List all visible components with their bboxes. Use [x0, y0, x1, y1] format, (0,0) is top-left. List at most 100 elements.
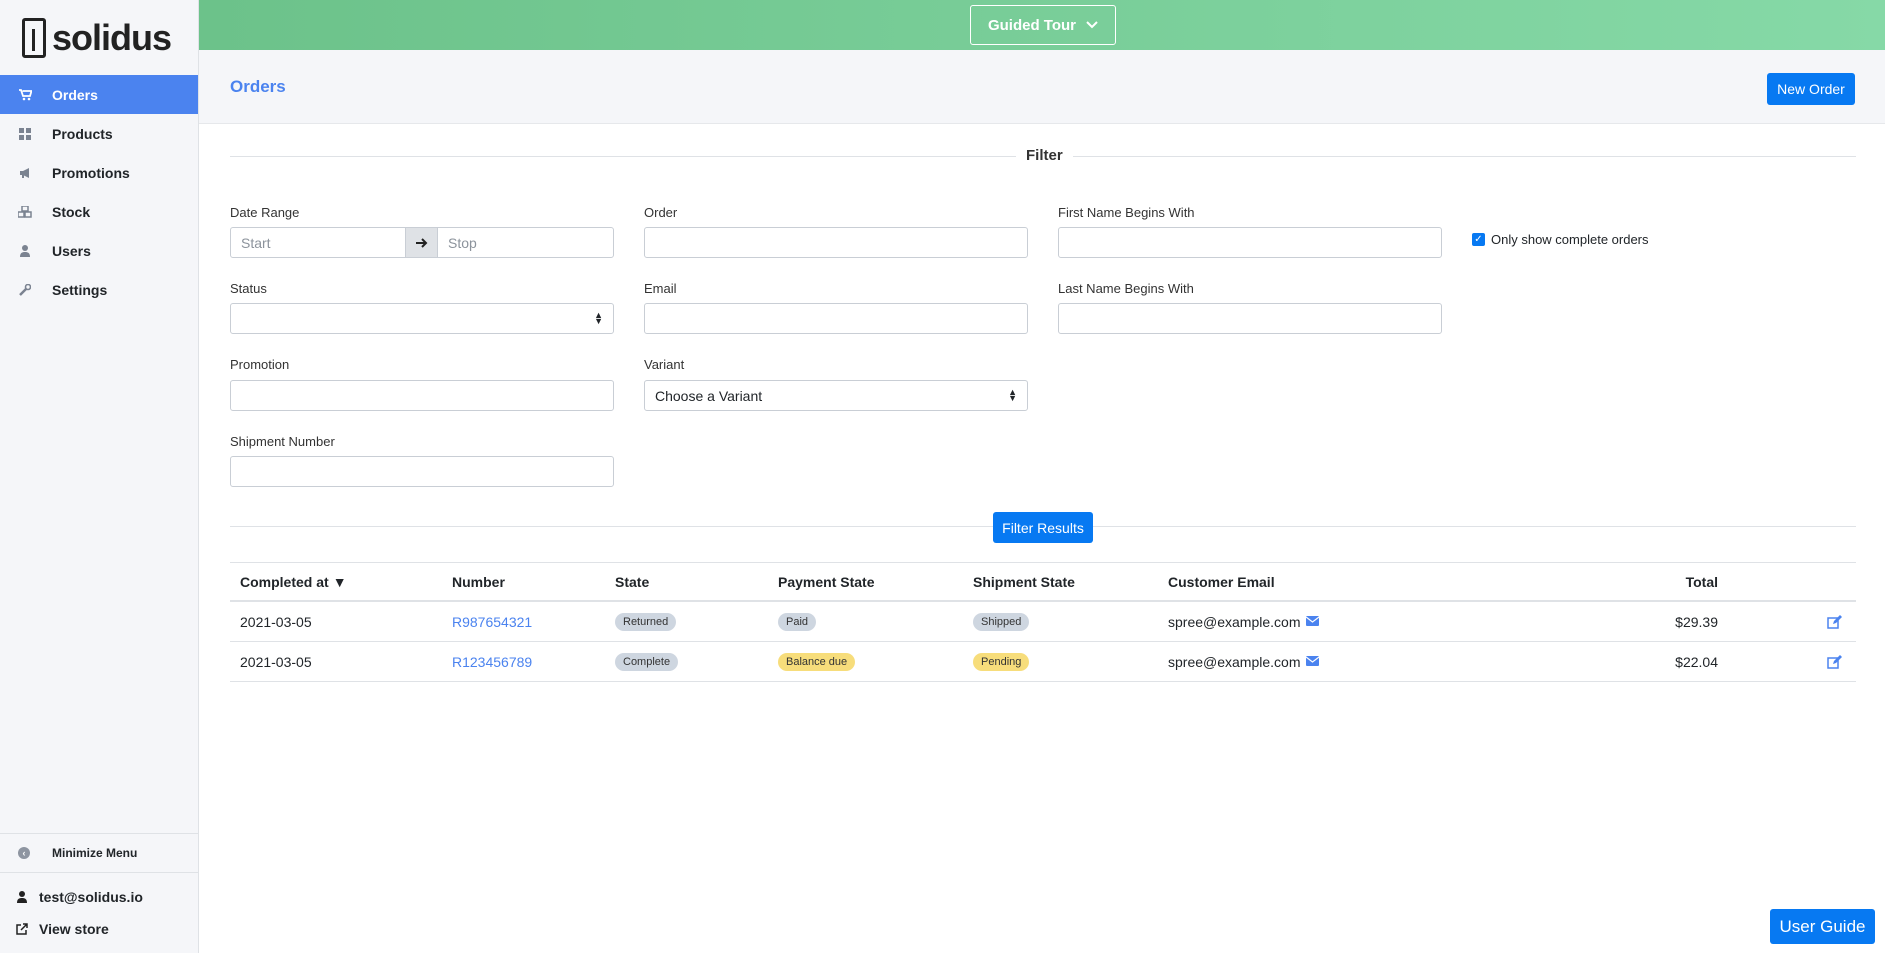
logo-text: solidus: [52, 16, 172, 58]
variant-label: Variant: [644, 357, 685, 372]
minimize-menu-label: Minimize Menu: [52, 846, 138, 860]
main-content: Filter Date Range Start Stop Order First…: [199, 124, 1885, 953]
account-link[interactable]: test@solidus.io: [0, 881, 199, 913]
guided-tour-label: Guided Tour: [987, 16, 1077, 34]
sidebar-item-products[interactable]: Products: [0, 114, 198, 153]
select-caret-icon: ▲ ▼: [594, 310, 603, 326]
date-start-input[interactable]: Start: [230, 227, 406, 258]
first-name-input[interactable]: [1058, 227, 1442, 258]
checkmark-icon: ✓: [1472, 233, 1485, 246]
view-store-label: View store: [39, 921, 109, 937]
column-header-number[interactable]: Number: [452, 563, 505, 600]
table-row: 2021-03-05 R123456789 Complete Balance d…: [230, 642, 1856, 682]
shipment-number-input[interactable]: [230, 456, 614, 487]
edit-icon[interactable]: [1827, 602, 1842, 641]
user-guide-button[interactable]: User Guide: [1770, 909, 1875, 944]
customer-email: spree@example.com: [1168, 613, 1301, 630]
new-order-button[interactable]: New Order: [1767, 73, 1855, 105]
sidebar-item-settings[interactable]: Settings: [0, 270, 198, 309]
arrow-right-icon: [406, 227, 437, 258]
state-badge: Complete: [615, 652, 679, 671]
guided-tour-button[interactable]: Guided Tour: [970, 5, 1116, 45]
user-icon: [18, 244, 32, 258]
column-header-label: Completed at: [240, 573, 329, 590]
sidebar-item-orders[interactable]: Orders: [0, 75, 198, 114]
column-header-customer-email[interactable]: Customer Email: [1168, 563, 1275, 600]
order-label: Order: [644, 205, 678, 220]
shipment-state-badge: Shipped: [973, 612, 1030, 631]
envelope-icon[interactable]: [1305, 655, 1319, 669]
page-header: Orders New Order: [199, 50, 1885, 124]
grid-icon: [18, 127, 32, 141]
sidebar-item-promotions[interactable]: Promotions: [0, 153, 198, 192]
completed-at-cell: 2021-03-05: [240, 613, 312, 630]
minimize-menu-button[interactable]: ‹ Minimize Menu: [0, 833, 199, 873]
view-store-link[interactable]: View store: [0, 913, 199, 945]
sidebar-item-label: Products: [52, 125, 113, 142]
payment-state-badge: Balance due: [778, 652, 856, 671]
last-name-input[interactable]: [1058, 303, 1442, 334]
sidebar-item-label: Orders: [52, 86, 98, 103]
promotion-label: Promotion: [230, 357, 290, 372]
order-input[interactable]: [644, 227, 1028, 258]
user-icon: [15, 891, 29, 903]
completed-at-cell: 2021-03-05: [240, 653, 312, 670]
email-input[interactable]: [644, 303, 1028, 334]
only-complete-checkbox[interactable]: ✓ Only show complete orders: [1472, 232, 1649, 247]
payment-state-badge: Paid: [778, 612, 817, 631]
sidebar-item-users[interactable]: Users: [0, 231, 198, 270]
customer-email: spree@example.com: [1168, 653, 1301, 670]
promotion-input[interactable]: [230, 380, 614, 411]
account-email: test@solidus.io: [39, 889, 143, 905]
sidebar-item-stock[interactable]: Stock: [0, 192, 198, 231]
first-name-label: First Name Begins With: [1058, 205, 1195, 220]
column-header-completed-at[interactable]: Completed at ▼: [240, 563, 347, 600]
table-row: 2021-03-05 R987654321 Returned Paid Ship…: [230, 602, 1856, 642]
total-cell: $22.04: [1675, 653, 1718, 670]
sidebar-item-label: Users: [52, 242, 91, 259]
variant-select-value: Choose a Variant: [655, 387, 763, 404]
chevron-down-icon: [1086, 18, 1098, 32]
top-bar: Guided Tour: [199, 0, 1885, 50]
order-number-link[interactable]: R987654321: [452, 602, 532, 641]
variant-select[interactable]: Choose a Variant ▲ ▼: [644, 380, 1028, 411]
email-label: Email: [644, 281, 677, 296]
cubes-icon: [18, 205, 32, 219]
shipment-number-label: Shipment Number: [230, 434, 335, 449]
column-header-payment-state[interactable]: Payment State: [778, 563, 874, 600]
date-stop-input[interactable]: Stop: [437, 227, 614, 258]
shipment-state-badge: Pending: [973, 652, 1030, 671]
sidebar: solidus Orders Products Promotions Stock…: [0, 0, 199, 953]
bullhorn-icon: [18, 166, 32, 180]
column-header-total[interactable]: Total: [1686, 563, 1718, 600]
orders-table: Completed at ▼ Number State Payment Stat…: [230, 562, 1856, 682]
filter-results-button[interactable]: Filter Results: [993, 512, 1093, 543]
table-header: Completed at ▼ Number State Payment Stat…: [230, 562, 1856, 602]
sidebar-footer: ‹ Minimize Menu test@solidus.io View sto…: [0, 833, 199, 953]
column-header-shipment-state[interactable]: Shipment State: [973, 563, 1075, 600]
wrench-icon: [18, 283, 32, 297]
status-select[interactable]: ▲ ▼: [230, 303, 614, 334]
sidebar-item-label: Stock: [52, 203, 91, 220]
select-caret-icon: ▲ ▼: [1008, 387, 1017, 403]
total-cell: $29.39: [1675, 613, 1718, 630]
cart-icon: [18, 88, 32, 102]
external-link-icon: [15, 923, 29, 935]
logo-mark-icon: [22, 17, 46, 58]
page-title: Orders: [230, 77, 286, 96]
filter-title: Filter: [1016, 147, 1073, 164]
date-range-label: Date Range: [230, 205, 300, 220]
envelope-icon[interactable]: [1305, 615, 1319, 629]
status-label: Status: [230, 281, 267, 296]
order-number-link[interactable]: R123456789: [452, 642, 532, 681]
column-header-state[interactable]: State: [615, 563, 649, 600]
state-badge: Returned: [615, 612, 677, 631]
sidebar-item-label: Promotions: [52, 164, 130, 181]
edit-icon[interactable]: [1827, 642, 1842, 681]
solidus-logo[interactable]: solidus: [0, 0, 198, 75]
sort-desc-icon: ▼: [332, 573, 347, 590]
last-name-label: Last Name Begins With: [1058, 281, 1194, 296]
sidebar-item-label: Settings: [52, 281, 108, 298]
only-complete-label: Only show complete orders: [1491, 232, 1649, 247]
sidebar-nav: Orders Products Promotions Stock Users S…: [0, 75, 198, 309]
